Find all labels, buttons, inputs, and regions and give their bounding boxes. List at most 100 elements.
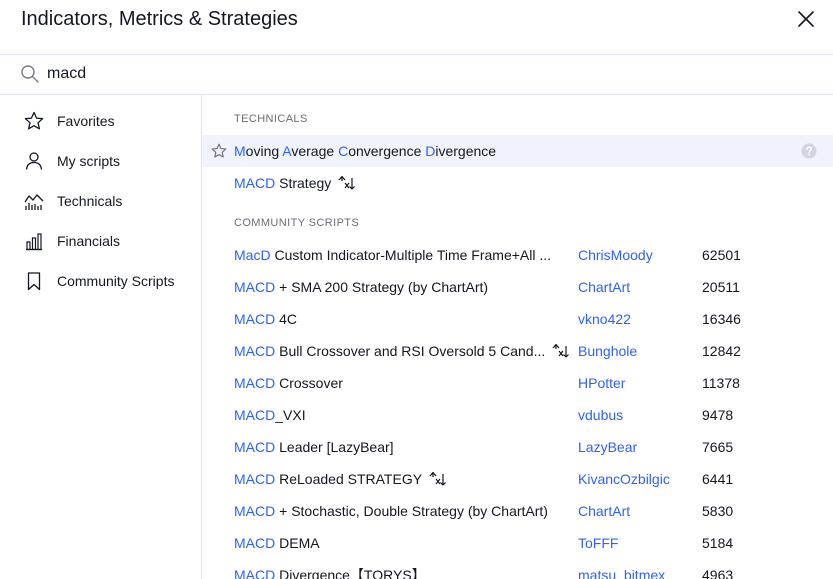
author-link[interactable]: ChrisMoody (578, 247, 653, 263)
likes-count: 7665 (702, 439, 734, 455)
community-script-row[interactable]: MacD Custom Indicator-Multiple Time Fram… (202, 239, 833, 271)
sidebar-item-my-scripts[interactable]: My scripts (0, 141, 201, 181)
name-part: Crossover (275, 375, 343, 391)
search-match: MACD (234, 311, 276, 327)
likes-count: 9478 (702, 407, 734, 423)
search-match: MACD (234, 343, 276, 359)
search-match: MACD (234, 535, 276, 551)
sidebar-item-label: Financials (57, 233, 121, 249)
community-script-row[interactable]: MACD ReLoaded STRATEGY KivancOzbilgic 6441 (202, 463, 833, 495)
name-part: onvergence (348, 143, 426, 159)
bookmark-icon (27, 272, 41, 291)
sidebar-item-community-scripts[interactable]: Community Scripts (0, 261, 201, 301)
sidebar-item-label: Favorites (57, 113, 115, 129)
name-part: 4C (275, 311, 298, 327)
likes-count: 11378 (702, 375, 740, 391)
search-match: MACD (234, 407, 276, 423)
author-link[interactable]: KivancOzbilgic (578, 471, 670, 487)
name-part: Divergence【TORYS】 (275, 567, 426, 579)
search-match: A (282, 143, 292, 159)
likes-count: 5830 (702, 503, 734, 519)
likes-count: 5184 (702, 535, 734, 551)
help-icon[interactable] (801, 143, 817, 159)
author-link[interactable]: ChartArt (578, 279, 630, 295)
community-script-row[interactable]: MACD Crossover HPotter 11378 (202, 367, 833, 399)
name-part: Bull Crossover and RSI Oversold 5 Cand..… (275, 343, 546, 359)
likes-count: 12842 (702, 343, 741, 359)
script-name: MACD DEMA (234, 535, 320, 551)
script-name: Moving Average Convergence Divergence (234, 143, 496, 159)
search-match: MACD (234, 503, 276, 519)
author-link[interactable]: ToFFF (578, 535, 618, 551)
name-part: DEMA (275, 535, 320, 551)
indicators-dialog: Indicators, Metrics & Strategies Favorit… (0, 0, 833, 579)
sidebar-item-label: My scripts (57, 153, 120, 169)
search-match: MacD (234, 247, 271, 263)
results-panel: TECHNICALS Moving Average Convergence Di… (202, 95, 833, 579)
name-part: _VXI (275, 407, 306, 423)
search-bar (0, 54, 833, 95)
name-part: + SMA 200 Strategy (by ChartArt) (275, 279, 489, 295)
name-part: Strategy (275, 175, 332, 191)
sidebar-item-label: Community Scripts (57, 273, 175, 289)
financials-bar-icon (26, 233, 42, 251)
community-script-row[interactable]: MACD 4C vkno422 16346 (202, 303, 833, 335)
likes-count: 16346 (702, 311, 741, 327)
sidebar-item-financials[interactable]: Financials (0, 221, 201, 261)
author-link[interactable]: ChartArt (578, 503, 630, 519)
community-script-row[interactable]: MACD Divergence【TORYS】 matsu_bitmex 4963 (202, 559, 833, 579)
author-link[interactable]: vdubus (578, 407, 623, 423)
community-script-row[interactable]: MACD DEMA ToFFF 5184 (202, 527, 833, 559)
dialog-header: Indicators, Metrics & Strategies (0, 0, 833, 55)
section-heading-technicals: TECHNICALS (234, 113, 308, 125)
search-match: MACD (234, 175, 276, 191)
technicals-chart-icon (24, 194, 44, 210)
name-part: + Stochastic, Double Strategy (by ChartA… (275, 503, 548, 519)
likes-count: 62501 (702, 247, 741, 263)
star-icon (24, 111, 44, 130)
search-match: MACD (234, 567, 276, 579)
search-match: M (234, 143, 246, 159)
search-match: MACD (234, 439, 276, 455)
script-name: MACD ReLoaded STRATEGY (234, 471, 447, 487)
author-link[interactable]: HPotter (578, 375, 625, 391)
search-match: MACD (234, 279, 276, 295)
author-link[interactable]: Bunghole (578, 343, 637, 359)
result-row-macd[interactable]: Moving Average Convergence Divergence (202, 135, 833, 167)
likes-count: 6441 (702, 471, 734, 487)
script-name: MACD Crossover (234, 375, 343, 391)
search-match: MACD (234, 471, 276, 487)
sidebar-item-technicals[interactable]: Technicals (0, 181, 201, 221)
dialog-title: Indicators, Metrics & Strategies (21, 8, 298, 30)
script-name: MACD 4C (234, 311, 297, 327)
script-name: MacD Custom Indicator-Multiple Time Fram… (234, 247, 551, 263)
script-name: MACD Bull Crossover and RSI Oversold 5 C… (234, 343, 570, 359)
search-match: C (338, 143, 349, 159)
sidebar: Favorites My scripts Technicals Financia… (0, 95, 202, 579)
community-script-row[interactable]: MACD Bull Crossover and RSI Oversold 5 C… (202, 335, 833, 367)
star-icon[interactable] (211, 143, 227, 159)
name-part: Custom Indicator-Multiple Time Frame+All… (270, 247, 552, 263)
search-match: MACD (234, 375, 276, 391)
author-link[interactable]: vkno422 (578, 311, 631, 327)
result-row-macd-strategy[interactable]: MACD Strategy (202, 167, 833, 199)
sidebar-item-favorites[interactable]: Favorites (0, 101, 201, 141)
community-script-row[interactable]: MACD Leader [LazyBear] LazyBear 7665 (202, 431, 833, 463)
community-script-row[interactable]: MACD_VXI vdubus 9478 (202, 399, 833, 431)
section-heading-community: COMMUNITY SCRIPTS (234, 217, 360, 229)
name-part: ReLoaded STRATEGY (275, 471, 423, 487)
script-name: MACD + Stochastic, Double Strategy (by C… (234, 503, 548, 519)
name-part: Leader [LazyBear] (275, 439, 394, 455)
script-name: MACD_VXI (234, 407, 306, 423)
sidebar-item-label: Technicals (57, 193, 123, 209)
search-input[interactable] (47, 62, 807, 86)
author-link[interactable]: matsu_bitmex (578, 567, 665, 579)
name-part: oving (245, 143, 283, 159)
community-script-row[interactable]: MACD + Stochastic, Double Strategy (by C… (202, 495, 833, 527)
strategy-icon (338, 175, 356, 190)
script-name: MACD Leader [LazyBear] (234, 439, 394, 455)
community-script-row[interactable]: MACD + SMA 200 Strategy (by ChartArt) Cha… (202, 271, 833, 303)
author-link[interactable]: LazyBear (578, 439, 637, 455)
close-icon[interactable] (795, 8, 817, 30)
script-name: MACD + SMA 200 Strategy (by ChartArt) (234, 279, 488, 295)
